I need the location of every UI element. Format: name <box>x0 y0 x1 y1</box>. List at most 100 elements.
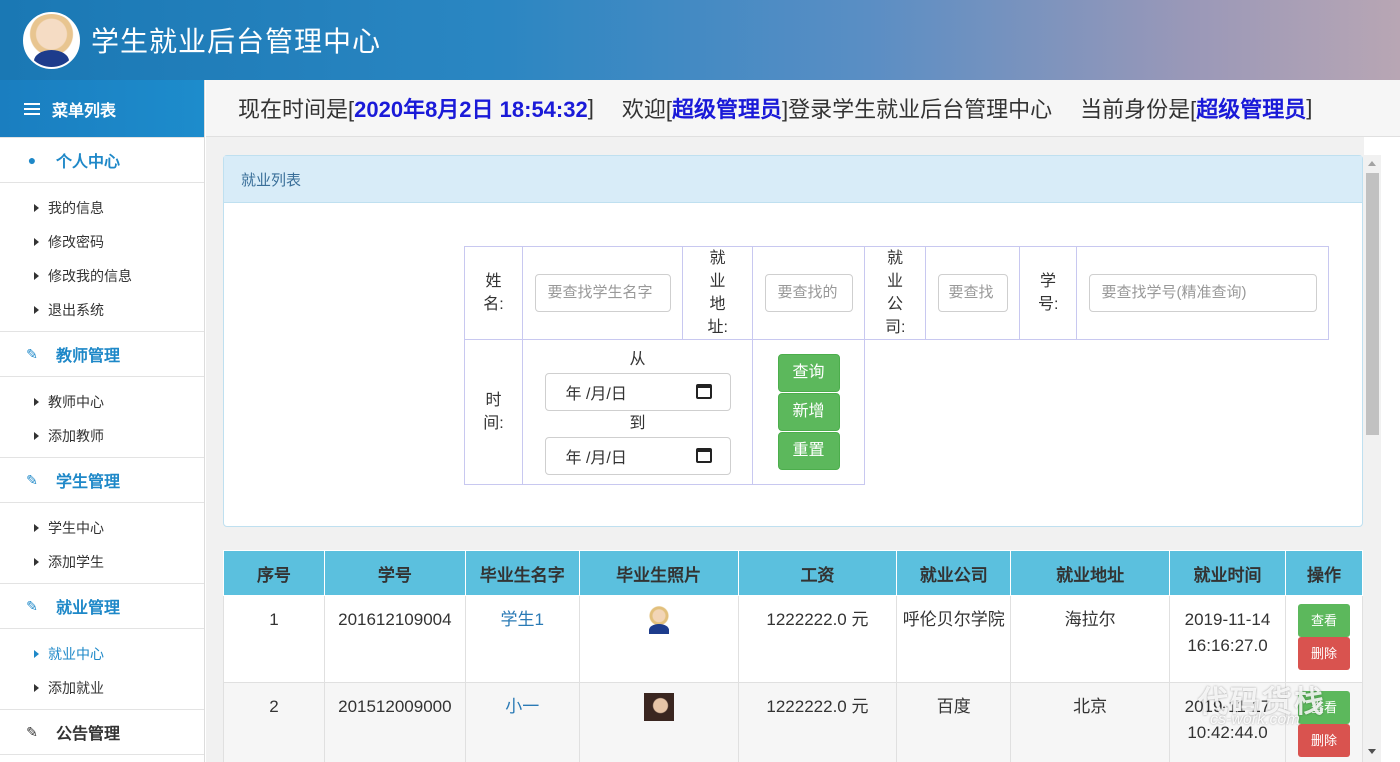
name-label: 姓名: <box>464 246 523 340</box>
caret-right-icon <box>34 204 39 212</box>
sidebar-group-employment[interactable]: ✎ 就业管理 <box>0 583 204 629</box>
watermark-url: cs-work.com <box>1210 711 1300 728</box>
reset-button[interactable]: 重置 <box>777 432 840 470</box>
column-header: 序号 <box>223 550 325 596</box>
scroll-up-icon[interactable] <box>1368 161 1376 166</box>
add-button[interactable]: 新增 <box>777 393 840 431</box>
sidebar-item-label: 就业中心 <box>48 646 104 662</box>
sidebar-item-teacher-center[interactable]: 教师中心 <box>0 385 204 419</box>
query-button[interactable]: 查询 <box>777 354 840 392</box>
caret-right-icon <box>34 558 39 566</box>
cell-address: 海拉尔 <box>1010 595 1171 683</box>
app-header: 学生就业后台管理中心 <box>0 0 1400 80</box>
student-name-link[interactable]: 学生1 <box>501 610 544 629</box>
sidebar-item-label: 我的信息 <box>48 200 104 216</box>
time-prefix: 现在时间是[ <box>238 97 355 122</box>
edit-icon: ✎ <box>26 471 38 488</box>
sidebar-item-label: 修改我的信息 <box>48 268 132 284</box>
edit-icon: ✎ <box>26 723 38 740</box>
time-label: 时间: <box>464 339 523 485</box>
student-photo <box>643 693 674 721</box>
company-search-input[interactable]: 要查找 <box>937 274 1008 312</box>
caret-right-icon <box>34 432 39 440</box>
sidebar-item-employment-center[interactable]: 就业中心 <box>0 637 204 671</box>
sidebar-group-personal[interactable]: ● 个人中心 <box>0 137 204 183</box>
cell-salary: 1222222.0 元 <box>737 595 898 683</box>
search-form: 姓名: 要查找学生名字 就业地址: 要查找的 就业公司: 要查找 学号: 要查找… <box>464 246 1329 485</box>
main-content: 就业列表 姓名: 要查找学生名字 就业地址: 要查找的 就业公司: 要查找 学号… <box>206 137 1364 762</box>
sidebar-group-teacher[interactable]: ✎ 教师管理 <box>0 331 204 377</box>
sidebar-item-label: 修改密码 <box>48 234 104 250</box>
menu-title: 菜单列表 <box>52 102 117 120</box>
cell-address: 北京 <box>1010 682 1171 762</box>
sidebar-item-add-student[interactable]: 添加学生 <box>0 545 204 579</box>
column-header: 就业公司 <box>896 550 1012 596</box>
sidebar-item-my-info[interactable]: 我的信息 <box>0 191 204 225</box>
caret-right-icon <box>34 306 39 314</box>
start-date-input[interactable]: 年 /月/日 <box>544 372 731 411</box>
sidebar-item-add-teacher[interactable]: 添加教师 <box>0 419 204 453</box>
column-header: 工资 <box>737 550 898 596</box>
column-header: 就业时间 <box>1169 550 1286 596</box>
status-bar: 现在时间是[2020年8月2日 18:54:32] 欢迎[超级管理员]登录学生就… <box>206 80 1400 137</box>
cell-photo <box>578 595 739 683</box>
identity-prefix: 当前身份是[ <box>1080 97 1197 122</box>
sidebar-group-student[interactable]: ✎ 学生管理 <box>0 457 204 503</box>
caret-right-icon <box>34 524 39 532</box>
menu-header: 菜单列表 <box>0 80 204 137</box>
cell-name: 小一 <box>464 682 580 762</box>
name-search-input[interactable]: 要查找学生名字 <box>534 274 671 312</box>
caret-right-icon <box>34 272 39 280</box>
welcome-prefix: 欢迎[ <box>621 97 672 122</box>
calendar-icon[interactable] <box>695 384 712 399</box>
sidebar-group-notice[interactable]: ✎ 公告管理 <box>0 709 204 755</box>
table-row: 1 201612109004 学生1 1222222.0 元 呼伦贝尔学院 海拉… <box>223 595 1364 683</box>
date-placeholder: 年 /月/日 <box>565 449 627 467</box>
column-header: 就业地址 <box>1010 550 1171 596</box>
sidebar-item-logout[interactable]: 退出系统 <box>0 293 204 327</box>
from-label: 从 <box>629 350 646 368</box>
table-header-row: 序号 学号 毕业生名字 毕业生照片 工资 就业公司 就业地址 就业时间 操作 <box>223 550 1364 596</box>
cell-student-id: 201612109004 <box>323 595 466 683</box>
sidebar-item-label: 教师中心 <box>48 394 104 410</box>
sidebar-item-edit-info[interactable]: 修改我的信息 <box>0 259 204 293</box>
caret-right-icon <box>34 398 39 406</box>
current-time: 2020年8月2日 18:54:32 <box>354 97 588 122</box>
sidebar-item-add-employment[interactable]: 添加就业 <box>0 671 204 705</box>
student-id-search-input[interactable]: 要查找学号(精准查询) <box>1088 274 1317 312</box>
cell-name: 学生1 <box>464 595 580 683</box>
end-date-input[interactable]: 年 /月/日 <box>544 436 731 475</box>
avatar[interactable] <box>23 12 80 69</box>
student-name-link[interactable]: 小一 <box>505 697 539 716</box>
student-id-label: 学号: <box>1019 246 1077 340</box>
column-header: 毕业生照片 <box>578 550 739 596</box>
column-header: 学号 <box>323 550 466 596</box>
vertical-scrollbar[interactable] <box>1364 155 1381 762</box>
delete-button[interactable]: 删除 <box>1297 637 1350 670</box>
cell-student-id: 201512009000 <box>323 682 466 762</box>
scroll-down-icon[interactable] <box>1368 749 1376 754</box>
address-search-input[interactable]: 要查找的 <box>764 274 853 312</box>
sidebar-item-label: 学生中心 <box>48 520 104 536</box>
cell-company: 百度 <box>896 682 1012 762</box>
sidebar-group-label: 个人中心 <box>56 154 121 171</box>
sidebar-group-label: 公告管理 <box>56 726 121 743</box>
address-label: 就业地址: <box>682 246 753 340</box>
caret-right-icon <box>34 650 39 658</box>
edit-icon: ✎ <box>26 597 38 614</box>
panel-title: 就业列表 <box>224 156 1362 203</box>
employment-table: 序号 学号 毕业生名字 毕业生照片 工资 就业公司 就业地址 就业时间 操作 1… <box>223 550 1364 762</box>
cell-salary: 1222222.0 元 <box>737 682 898 762</box>
app-title: 学生就业后台管理中心 <box>91 26 382 57</box>
sidebar-group-label: 学生管理 <box>56 474 121 491</box>
delete-button[interactable]: 删除 <box>1297 724 1350 757</box>
scrollbar-thumb[interactable] <box>1366 173 1379 435</box>
sidebar-item-label: 添加教师 <box>48 428 104 444</box>
sidebar-item-change-password[interactable]: 修改密码 <box>0 225 204 259</box>
view-button[interactable]: 查看 <box>1297 604 1350 637</box>
calendar-icon[interactable] <box>695 448 712 463</box>
column-header: 操作 <box>1284 550 1364 596</box>
sidebar-item-label: 添加学生 <box>48 554 104 570</box>
cell-actions: 查看 删除 <box>1284 595 1364 683</box>
sidebar-item-student-center[interactable]: 学生中心 <box>0 511 204 545</box>
